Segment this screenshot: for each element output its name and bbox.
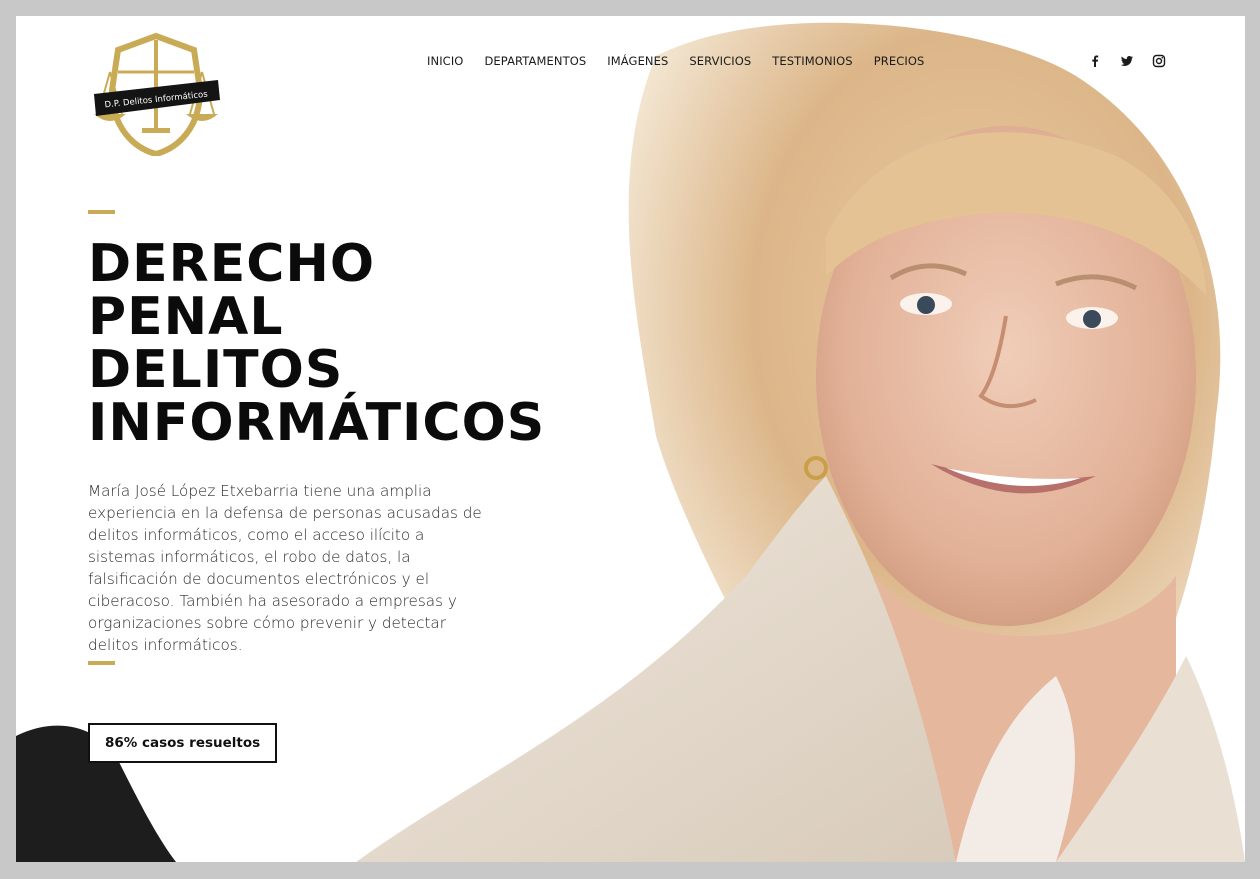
social-links xyxy=(1088,54,1166,68)
nav-item-imagenes[interactable]: IMÁGENES xyxy=(607,54,668,68)
hero-headline: DERECHO PENAL DELITOS INFORMÁTICOS xyxy=(88,238,545,450)
main-nav: INICIO DEPARTAMENTOS IMÁGENES SERVICIOS … xyxy=(427,54,924,68)
cases-resolved-button[interactable]: 86% casos resueltos xyxy=(88,723,278,763)
logo[interactable]: D.P. Delitos Informáticos xyxy=(88,32,224,156)
accent-divider-top xyxy=(88,210,115,214)
twitter-icon[interactable] xyxy=(1120,54,1134,68)
nav-item-inicio[interactable]: INICIO xyxy=(427,54,463,68)
instagram-icon[interactable] xyxy=(1152,54,1166,68)
nav-item-testimonios[interactable]: TESTIMONIOS xyxy=(772,54,852,68)
nav-item-servicios[interactable]: SERVICIOS xyxy=(689,54,751,68)
headline-line: DELITOS xyxy=(88,340,344,400)
accent-divider-bottom xyxy=(88,661,115,665)
headline-line: DERECHO xyxy=(88,234,376,294)
landing-page: D.P. Delitos Informáticos INICIO DEPARTA… xyxy=(16,16,1245,862)
facebook-icon[interactable] xyxy=(1088,54,1102,68)
headline-line: INFORMÁTICOS xyxy=(88,393,546,453)
nav-item-departamentos[interactable]: DEPARTAMENTOS xyxy=(484,54,586,68)
headline-line: PENAL xyxy=(88,287,284,347)
hero-description: María José López Etxebarria tiene una am… xyxy=(88,482,482,654)
nav-item-precios[interactable]: PRECIOS xyxy=(874,54,925,68)
